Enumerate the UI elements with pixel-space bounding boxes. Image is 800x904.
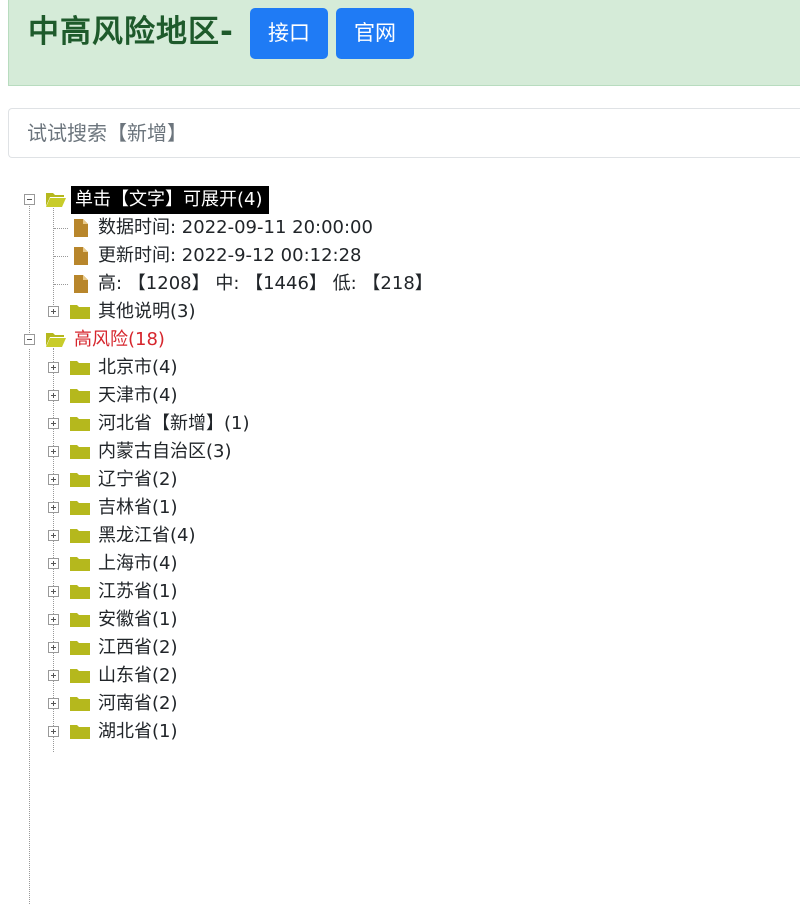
expand-toggle-icon[interactable] [48,642,59,653]
file-icon [74,247,88,265]
collapse-toggle-icon[interactable] [24,194,35,205]
tree-node-label[interactable]: 高风险(18) [74,326,165,354]
expand-toggle-icon[interactable] [48,306,59,317]
file-icon [74,275,88,293]
expand-toggle-icon[interactable] [48,670,59,681]
tree-node-label[interactable]: 江西省(2) [98,634,178,662]
tree-node-label[interactable]: 单击【文字】可展开(4) [71,186,269,214]
expand-toggle-icon[interactable] [48,698,59,709]
folder-icon [70,305,90,319]
folder-icon [70,529,90,543]
folder-icon [70,725,90,739]
folder-icon [70,361,90,375]
tree-node-province[interactable]: 江西省(2) [0,634,800,662]
folder-icon [70,501,90,515]
tree-node-label[interactable]: 高: 【1208】 中: 【1446】 低: 【218】 [98,270,433,298]
tree-node-province[interactable]: 江苏省(1) [0,578,800,606]
search-input[interactable]: 试试搜索【新增】 [8,108,800,158]
tree-node-province[interactable]: 安徽省(1) [0,606,800,634]
folder-icon [70,669,90,683]
tree-node-province[interactable]: 湖北省(1) [0,718,800,746]
expand-toggle-icon[interactable] [48,614,59,625]
folder-icon [70,445,90,459]
expand-toggle-icon[interactable] [48,362,59,373]
collapse-toggle-icon[interactable] [24,334,35,345]
tree-node-province[interactable]: 内蒙古自治区(3) [0,438,800,466]
tree-node-province[interactable]: 吉林省(1) [0,494,800,522]
tree-node-high-risk[interactable]: 高风险(18) [0,326,800,354]
api-button[interactable]: 接口 [250,8,328,59]
tree-node-label[interactable]: 河南省(2) [98,690,178,718]
tree-node-label[interactable]: 内蒙古自治区(3) [98,438,232,466]
folder-icon [70,585,90,599]
tree-node-other-notes[interactable]: 其他说明(3) [0,298,800,326]
tree-node-label[interactable]: 其他说明(3) [98,298,196,326]
folder-icon [70,641,90,655]
folder-icon [70,613,90,627]
tree-node-province[interactable]: 北京市(4) [0,354,800,382]
tree-node-label[interactable]: 江苏省(1) [98,578,178,606]
expand-toggle-icon[interactable] [48,726,59,737]
tree-connector [54,228,68,229]
tree-leaf[interactable]: 数据时间: 2022-09-11 20:00:00 [0,214,800,242]
expand-toggle-icon[interactable] [48,446,59,457]
official-site-button[interactable]: 官网 [336,8,414,59]
folder-icon [70,417,90,431]
tree-node-province[interactable]: 黑龙江省(4) [0,522,800,550]
expand-toggle-icon[interactable] [48,502,59,513]
tree-connector [54,256,68,257]
tree-node-label[interactable]: 辽宁省(2) [98,466,178,494]
tree-node-label[interactable]: 河北省【新增】(1) [98,410,250,438]
tree-leaf[interactable]: 更新时间: 2022-9-12 00:12:28 [0,242,800,270]
expand-toggle-icon[interactable] [48,390,59,401]
folder-icon [70,697,90,711]
tree-node-root[interactable]: 单击【文字】可展开(4) [0,186,800,214]
tree-node-label[interactable]: 山东省(2) [98,662,178,690]
tree-node-province[interactable]: 山东省(2) [0,662,800,690]
tree-node-label[interactable]: 北京市(4) [98,354,178,382]
folder-icon [70,389,90,403]
tree-node-province[interactable]: 天津市(4) [0,382,800,410]
tree-node-province[interactable]: 辽宁省(2) [0,466,800,494]
tree-node-province[interactable]: 上海市(4) [0,550,800,578]
tree-node-province[interactable]: 河南省(2) [0,690,800,718]
tree-node-label[interactable]: 天津市(4) [98,382,178,410]
tree-node-label[interactable]: 安徽省(1) [98,606,178,634]
folder-icon [70,557,90,571]
folder-icon [70,473,90,487]
expand-toggle-icon[interactable] [48,474,59,485]
expand-toggle-icon[interactable] [48,418,59,429]
tree-node-province[interactable]: 河北省【新增】(1) [0,410,800,438]
expand-toggle-icon[interactable] [48,558,59,569]
page-title: 中高风险地区- [28,14,234,50]
expand-toggle-icon[interactable] [48,586,59,597]
folder-open-icon [46,333,66,347]
file-icon [74,219,88,237]
expand-toggle-icon[interactable] [48,530,59,541]
folder-open-icon [46,193,66,207]
tree-node-label[interactable]: 湖北省(1) [98,718,178,746]
tree-node-label[interactable]: 黑龙江省(4) [98,522,196,550]
tree-node-label[interactable]: 更新时间: 2022-9-12 00:12:28 [98,242,362,270]
tree-leaf[interactable]: 高: 【1208】 中: 【1446】 低: 【218】 [0,270,800,298]
tree-node-label[interactable]: 上海市(4) [98,550,178,578]
tree-node-label[interactable]: 吉林省(1) [98,494,178,522]
tree-node-label[interactable]: 数据时间: 2022-09-11 20:00:00 [98,214,373,242]
tree-connector [54,284,68,285]
